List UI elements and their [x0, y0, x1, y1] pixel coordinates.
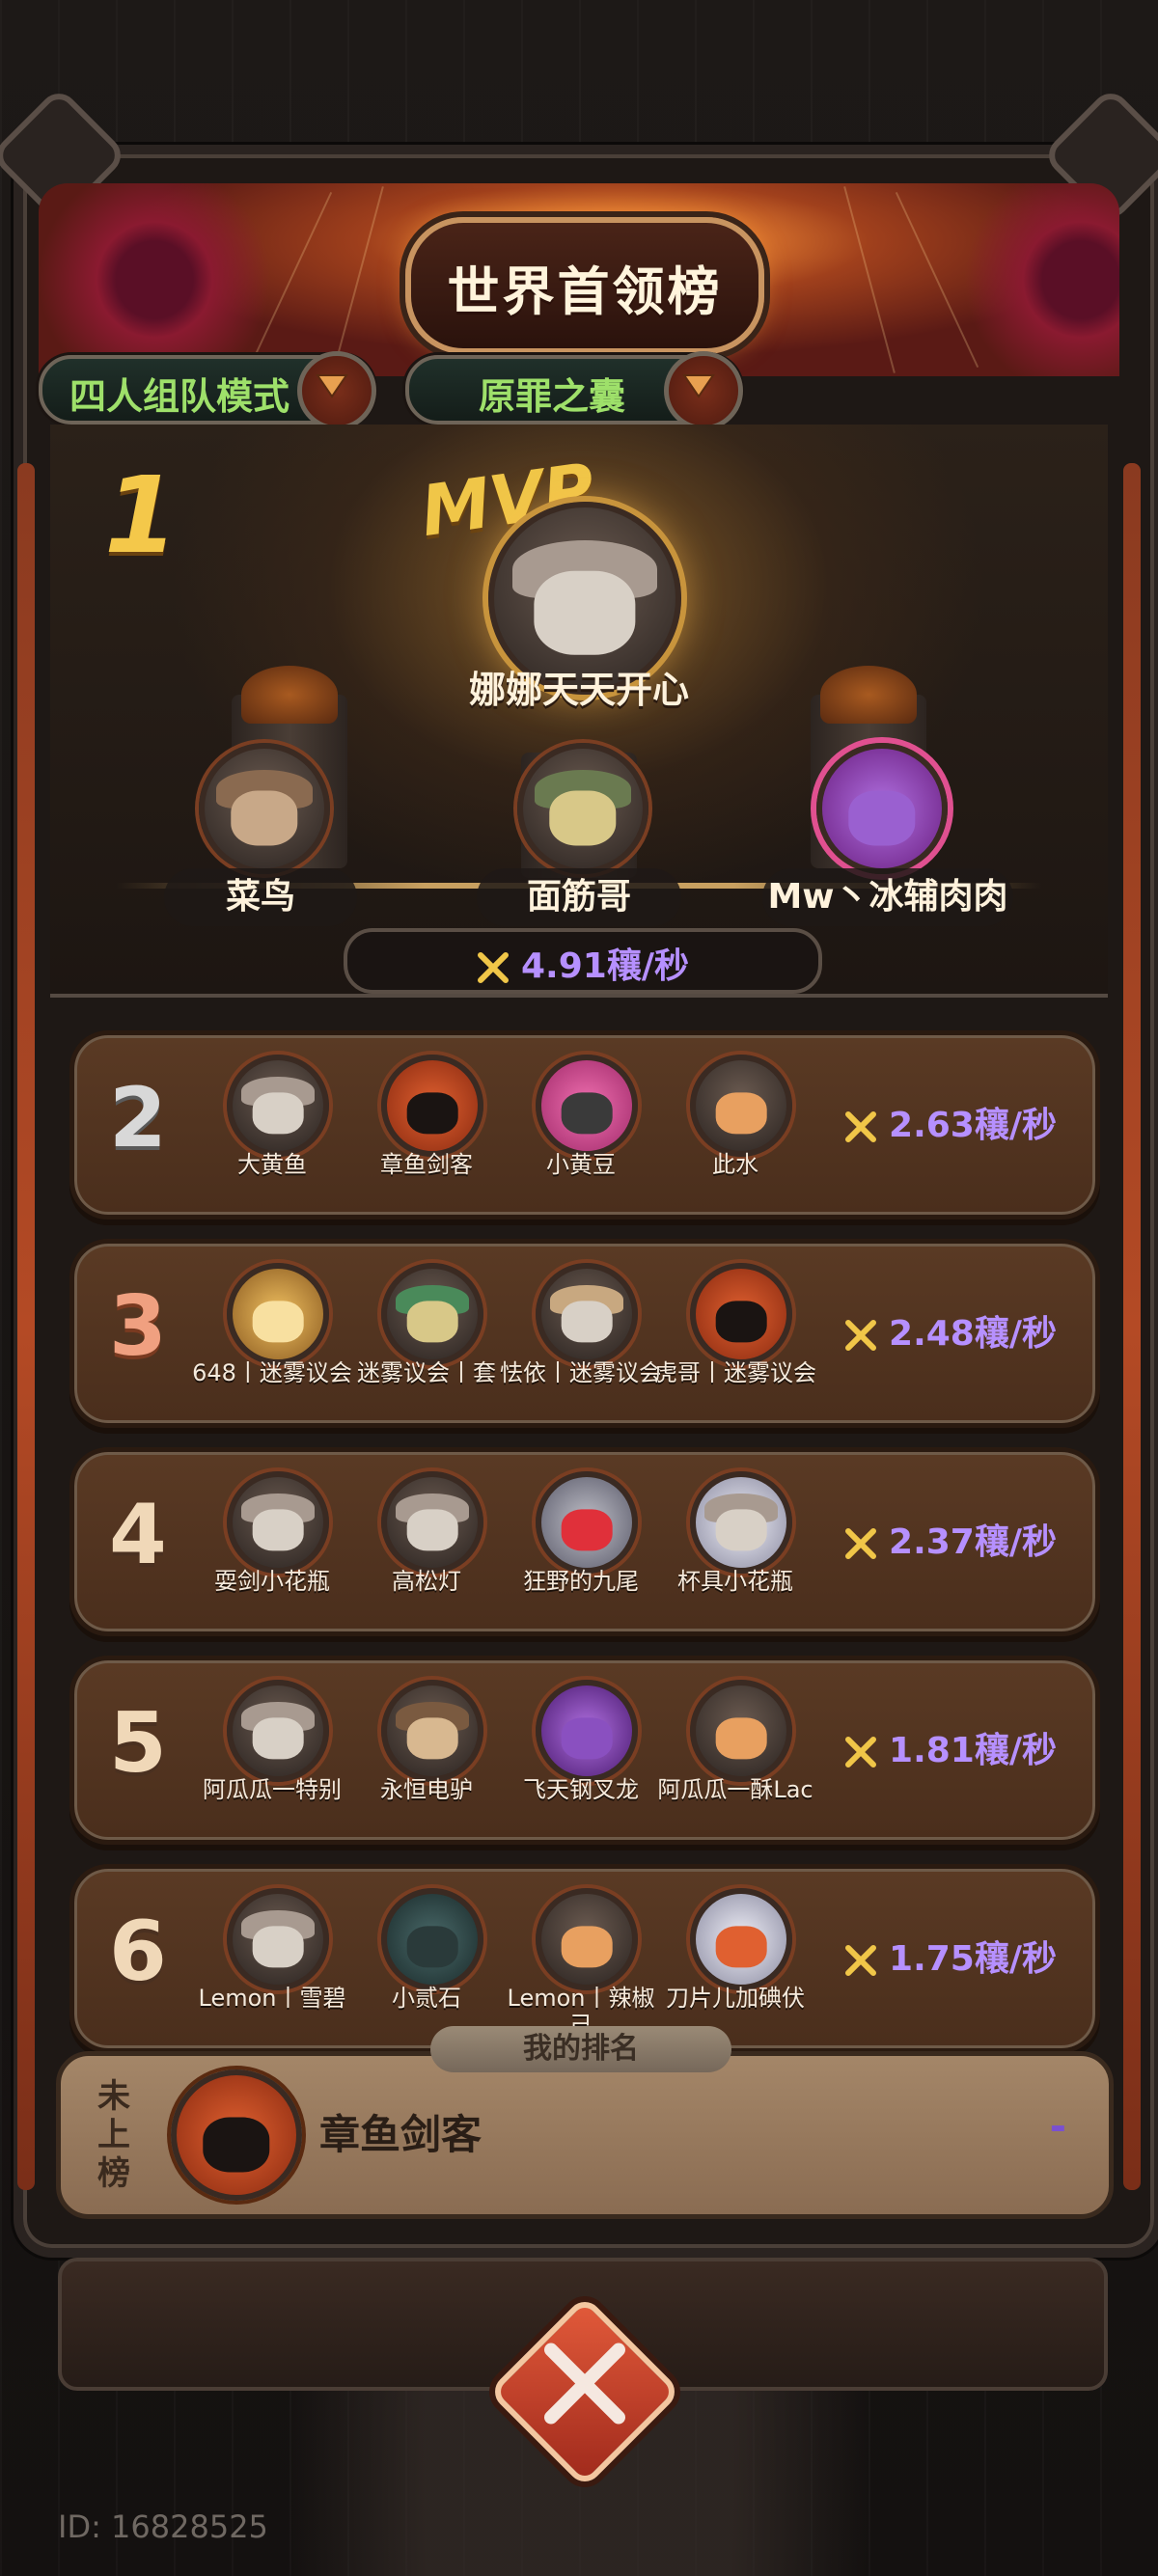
member-name: 648丨迷雾议会: [192, 1359, 352, 1386]
boss-selector-label: 原罪之囊: [479, 375, 626, 418]
player-avatar[interactable]: [536, 1055, 638, 1157]
first-rate: 4.91穰/秒: [521, 946, 689, 986]
player-avatar[interactable]: [690, 1888, 792, 1990]
rank-number: 2: [109, 1070, 167, 1166]
leaderboard-row[interactable]: 4 耍剑小花瓶 高松灯 狂野的九尾 杯具小花瓶 2.37穰/秒: [69, 1447, 1100, 1636]
member-name: 杯具小花瓶: [677, 1568, 793, 1595]
member-name: 飞天钢叉龙: [523, 1776, 639, 1803]
leaderboard-row[interactable]: 2 大黄鱼 章鱼剑客 小黄豆 此水 2.63穰/秒: [69, 1030, 1100, 1219]
chevron-down-icon[interactable]: [297, 351, 376, 430]
podium-member-name: 菜鸟: [164, 868, 357, 926]
member-name: 阿瓜瓜一酥Lac: [657, 1776, 813, 1803]
leaderboard-row[interactable]: 5 阿瓜瓜一特别 永恒电驴 飞天钢叉龙 阿瓜瓜一酥Lac 1.81穰/秒: [69, 1656, 1100, 1845]
player-avatar[interactable]: [227, 1888, 329, 1990]
chevron-down-icon[interactable]: [664, 351, 743, 430]
crossed-swords-icon: [845, 1111, 877, 1142]
my-rank-value: -: [1049, 2102, 1066, 2150]
my-rank-status: 未上榜: [97, 2077, 130, 2193]
rank-number: 4: [109, 1487, 167, 1583]
member-name: 永恒电驴: [380, 1776, 473, 1803]
member-name: 小黄豆: [546, 1151, 616, 1178]
member-name: 迷雾议会丨套: [357, 1359, 496, 1386]
mode-selector[interactable]: 四人组队模式: [39, 351, 376, 430]
first-rate-bar: 4.91穰/秒: [344, 928, 822, 994]
player-avatar[interactable]: [690, 1471, 792, 1574]
page-title: 世界首领榜: [447, 261, 723, 322]
team-rate: 1.75穰/秒: [889, 1939, 1057, 1979]
rank-number: 6: [109, 1904, 167, 2000]
user-id: ID: 16828525: [58, 2508, 268, 2545]
player-avatar[interactable]: [199, 743, 330, 874]
player-avatar[interactable]: [227, 1263, 329, 1365]
frame-right-bar: [1123, 463, 1141, 2190]
player-avatar[interactable]: [227, 1680, 329, 1782]
player-avatar[interactable]: [816, 743, 948, 874]
player-avatar[interactable]: [690, 1055, 792, 1157]
player-avatar[interactable]: [381, 1055, 483, 1157]
member-name: 章鱼剑客: [380, 1151, 473, 1178]
my-rank-panel[interactable]: 未上榜 章鱼剑客 -: [56, 2051, 1114, 2219]
torch-decoration: [241, 666, 338, 724]
member-name: 高松灯: [392, 1568, 461, 1595]
my-rank-tag: 我的排名: [430, 2026, 731, 2072]
member-name: 怯依丨迷雾议会: [500, 1359, 662, 1386]
crossed-swords-icon: [845, 1320, 877, 1351]
team-rate: 2.37穰/秒: [889, 1522, 1057, 1562]
player-avatar[interactable]: [536, 1680, 638, 1782]
rank-number: 3: [109, 1278, 167, 1375]
boss-selector[interactable]: 原罪之囊: [405, 351, 743, 430]
mode-selector-label: 四人组队模式: [69, 375, 290, 418]
torch-decoration: [820, 666, 917, 724]
team-rate: 2.63穰/秒: [889, 1106, 1057, 1145]
member-name: 大黄鱼: [237, 1151, 307, 1178]
player-avatar[interactable]: [381, 1471, 483, 1574]
player-avatar[interactable]: [536, 1471, 638, 1574]
leaderboard-row[interactable]: 3 648丨迷雾议会 迷雾议会丨套 怯依丨迷雾议会 虎哥丨迷雾议会 2.48穰/…: [69, 1239, 1100, 1428]
player-avatar[interactable]: [227, 1055, 329, 1157]
member-name: 阿瓜瓜一特别: [203, 1776, 342, 1803]
member-name: 小贰石: [392, 1985, 461, 2012]
member-name: 此水: [712, 1151, 758, 1178]
crossed-swords-icon: [478, 952, 509, 983]
member-name: 虎哥丨迷雾议会: [654, 1359, 816, 1386]
crossed-swords-icon: [845, 1737, 877, 1768]
member-name: 狂野的九尾: [523, 1568, 639, 1595]
frame-left-bar: [17, 463, 35, 2190]
close-icon: [544, 2343, 625, 2425]
podium-member-name: 面筋哥: [477, 868, 681, 926]
player-avatar[interactable]: [381, 1263, 483, 1365]
my-name: 章鱼剑客: [319, 2111, 482, 2158]
member-name: 耍剑小花瓶: [214, 1568, 330, 1595]
team-rate: 2.48穰/秒: [889, 1314, 1057, 1354]
mvp-name: 娜娜天天开心: [468, 669, 689, 711]
player-avatar[interactable]: [227, 1471, 329, 1574]
player-avatar[interactable]: [381, 1680, 483, 1782]
my-avatar[interactable]: [171, 2069, 302, 2201]
crossed-swords-icon: [845, 1945, 877, 1976]
player-avatar[interactable]: [690, 1680, 792, 1782]
member-name: Lemon丨雪碧: [198, 1985, 346, 2012]
team-rate: 1.81穰/秒: [889, 1731, 1057, 1770]
leaderboard-row[interactable]: 6 Lemon丨雪碧 小贰石 Lemon丨辣椒己 刀片儿加碘伏 1.75穰/秒: [69, 1864, 1100, 2053]
rank-number-1: 1: [104, 453, 179, 577]
player-avatar[interactable]: [381, 1888, 483, 1990]
rank-number: 5: [109, 1695, 167, 1792]
player-avatar[interactable]: [536, 1263, 638, 1365]
player-avatar[interactable]: [536, 1888, 638, 1990]
player-avatar[interactable]: [517, 743, 648, 874]
player-avatar[interactable]: [690, 1263, 792, 1365]
member-name: 刀片儿加碘伏: [666, 1985, 805, 2012]
crossed-swords-icon: [845, 1528, 877, 1559]
podium-member-name: Mw丶冰辅肉肉: [762, 868, 1013, 926]
